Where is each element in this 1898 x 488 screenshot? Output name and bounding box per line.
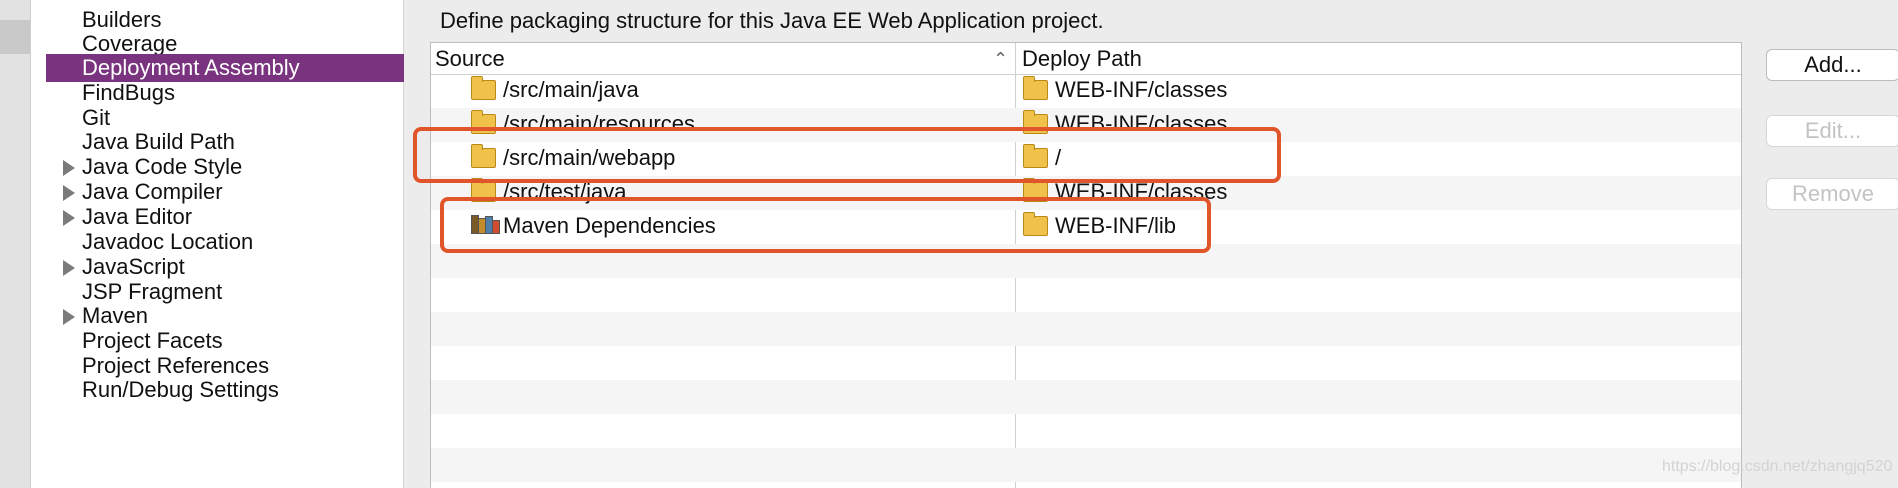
sidebar-item-java-compiler[interactable]: Java Compiler bbox=[46, 178, 408, 206]
remove-button[interactable]: Remove bbox=[1766, 178, 1898, 210]
deployment-assembly-table[interactable]: Source ⌃ Deploy Path /src/main/java WEB-… bbox=[430, 42, 1742, 488]
expand-triangle-icon[interactable] bbox=[63, 260, 75, 276]
properties-window: Builders Coverage Deployment Assembly Fi… bbox=[0, 0, 1898, 488]
sidebar-item-label: Java Code Style bbox=[82, 154, 243, 179]
deploy-path: WEB-INF/classes bbox=[1055, 77, 1228, 102]
sidebar-item-javascript[interactable]: JavaScript bbox=[46, 253, 408, 281]
sidebar-item-maven[interactable]: Maven bbox=[46, 302, 408, 330]
sidebar-item-java-code-style[interactable]: Java Code Style bbox=[46, 153, 408, 181]
sidebar-item-label: Java Compiler bbox=[82, 179, 223, 204]
page-description: Define packaging structure for this Java… bbox=[440, 8, 1104, 33]
expand-triangle-icon[interactable] bbox=[63, 160, 75, 176]
expand-triangle-icon[interactable] bbox=[63, 185, 75, 201]
folder-icon bbox=[471, 76, 496, 100]
sidebar-item-label: Javadoc Location bbox=[82, 229, 254, 254]
source-path: /src/main/java bbox=[503, 77, 639, 102]
left-panel-tab[interactable] bbox=[0, 20, 30, 54]
properties-sidebar: Builders Coverage Deployment Assembly Fi… bbox=[31, 0, 408, 488]
expand-triangle-icon[interactable] bbox=[63, 309, 75, 325]
sidebar-item-label: Run/Debug Settings bbox=[82, 377, 279, 402]
sort-ascending-icon[interactable]: ⌃ bbox=[993, 49, 1008, 70]
empty-table-row bbox=[431, 346, 1741, 380]
folder-icon bbox=[1023, 76, 1048, 100]
maven-dependencies-highlight bbox=[440, 197, 1211, 253]
sidebar-item-label: FindBugs bbox=[82, 80, 175, 105]
sidebar-item-findbugs[interactable]: FindBugs bbox=[46, 79, 408, 107]
watermark: https://blog.csdn.net/zhangjq520 bbox=[1662, 458, 1893, 475]
sidebar-item-java-build-path[interactable]: Java Build Path bbox=[46, 128, 408, 156]
sidebar-item-label: Maven bbox=[82, 303, 149, 328]
sidebar-item-label: Java Build Path bbox=[82, 129, 235, 154]
sidebar-item-label: Deployment Assembly bbox=[82, 55, 300, 80]
sidebar-item-java-editor[interactable]: Java Editor bbox=[46, 203, 408, 231]
sidebar-item-run-debug-settings[interactable]: Run/Debug Settings bbox=[46, 376, 408, 404]
empty-table-row bbox=[431, 380, 1741, 414]
sidebar-item-project-facets[interactable]: Project Facets bbox=[46, 327, 408, 355]
table-header: Source ⌃ Deploy Path bbox=[431, 43, 1741, 75]
column-header-source[interactable]: Source bbox=[435, 46, 505, 72]
table-row[interactable]: /src/main/java WEB-INF/classes bbox=[431, 74, 1741, 108]
sidebar-item-javadoc-location[interactable]: Javadoc Location bbox=[46, 228, 408, 256]
sidebar-item-label: Project Facets bbox=[82, 328, 223, 353]
expand-triangle-icon[interactable] bbox=[63, 210, 75, 226]
sidebar-item-label: Java Editor bbox=[82, 204, 193, 229]
add-button[interactable]: Add... bbox=[1766, 49, 1898, 81]
deployment-assembly-panel: Define packaging structure for this Java… bbox=[404, 0, 1898, 488]
empty-table-row bbox=[431, 414, 1741, 448]
column-header-deploy-path[interactable]: Deploy Path bbox=[1022, 46, 1142, 72]
webapp-row-highlight bbox=[413, 127, 1281, 183]
empty-table-row bbox=[431, 448, 1741, 482]
edit-button[interactable]: Edit... bbox=[1766, 115, 1898, 147]
sidebar-item-deployment-assembly[interactable]: Deployment Assembly bbox=[46, 54, 408, 82]
left-panel-strip bbox=[0, 0, 31, 488]
sidebar-item-label: JavaScript bbox=[82, 254, 185, 279]
empty-table-row bbox=[431, 312, 1741, 346]
empty-table-row bbox=[431, 278, 1741, 312]
